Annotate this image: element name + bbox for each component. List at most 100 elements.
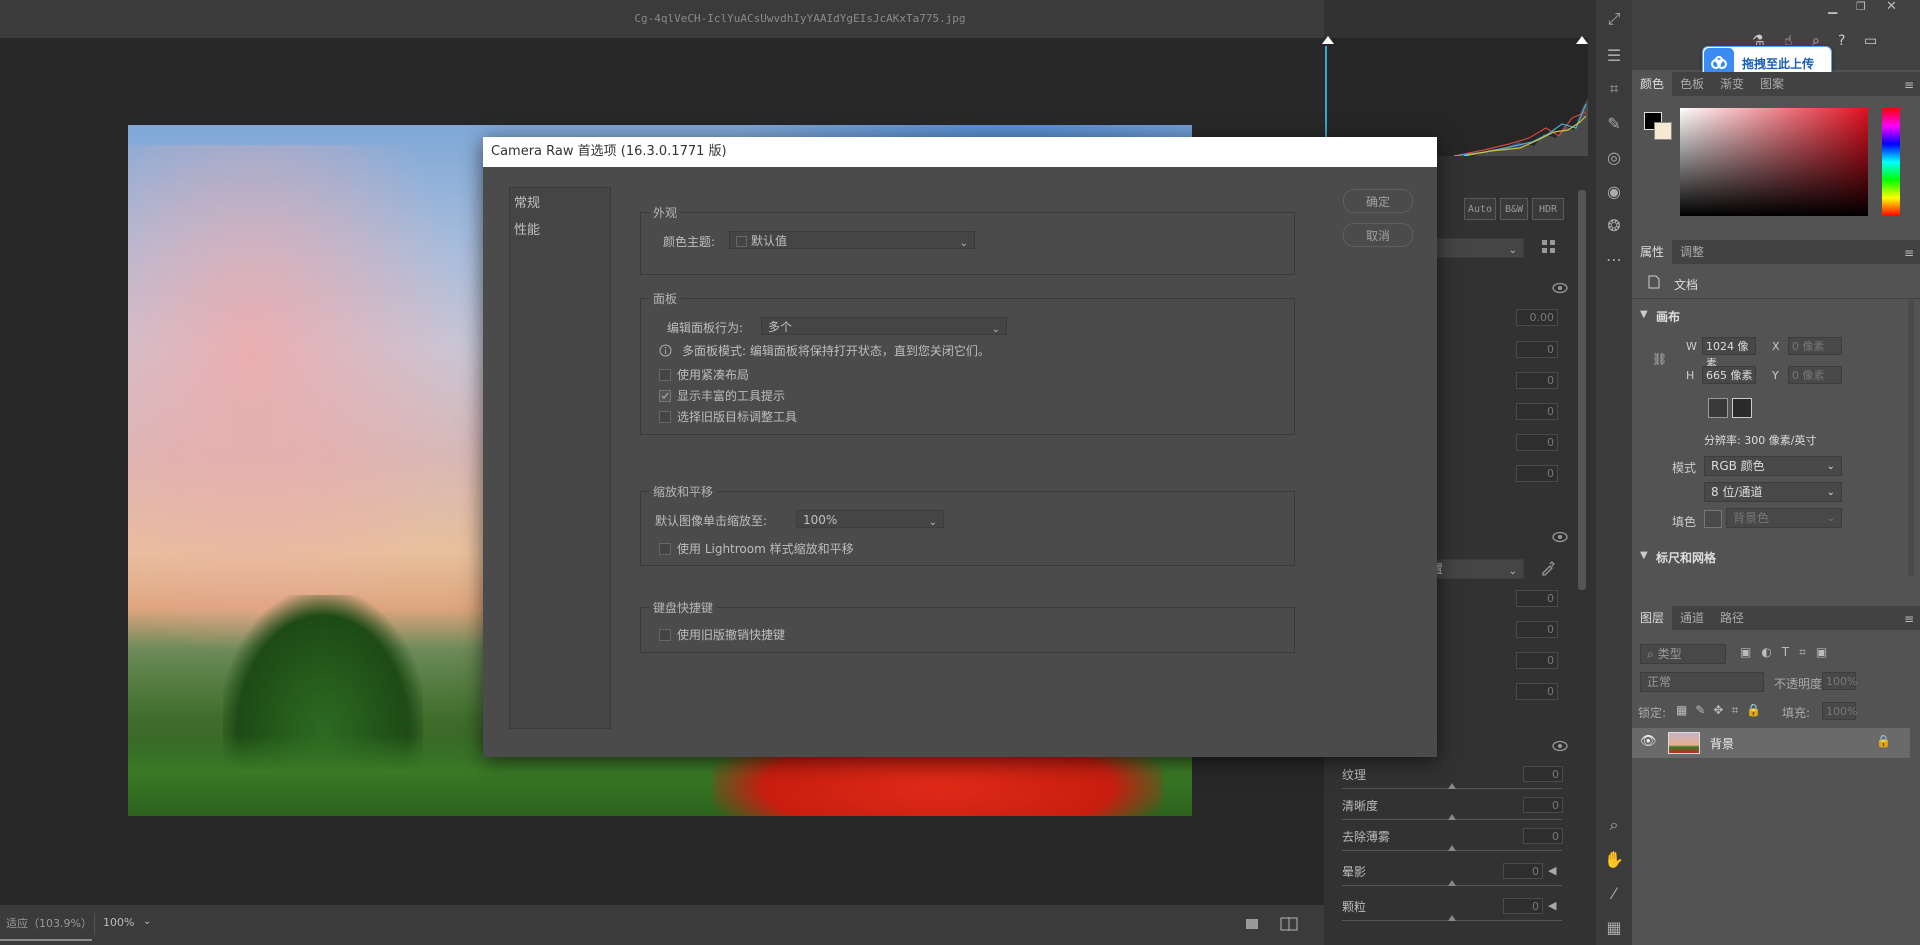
mask-icon[interactable]: ◎ (1596, 140, 1632, 174)
red-eye-icon[interactable]: ◉ (1596, 174, 1632, 208)
slider-thumb[interactable] (1448, 814, 1456, 820)
slider-value[interactable]: 0 (1516, 434, 1558, 451)
theme-select[interactable]: 默认值 ⌄ (729, 231, 975, 249)
slider-thumb[interactable] (1448, 880, 1456, 886)
mode-select[interactable]: RGB 颜色 ⌄ (1704, 456, 1842, 476)
slider-value[interactable]: 0 (1516, 465, 1558, 482)
checkbox-checked[interactable] (659, 389, 671, 402)
slider-value[interactable]: 0 (1503, 898, 1543, 914)
width-input[interactable]: 1024 像素 (1702, 337, 1756, 370)
checkbox[interactable] (659, 410, 671, 423)
lock-icons[interactable]: ▦✎✥⌗🔒 (1676, 703, 1769, 718)
section-select[interactable]: 置 ⌄ (1424, 559, 1524, 579)
cancel-button[interactable]: 取消 (1343, 223, 1413, 247)
slider-value[interactable]: 0.00 (1516, 309, 1558, 326)
properties-scrollbar[interactable] (1908, 300, 1914, 576)
slider-value[interactable]: 0 (1516, 683, 1558, 700)
more-icon[interactable]: ⋯ (1596, 242, 1632, 276)
slider-value[interactable]: 0 (1503, 863, 1543, 879)
eye-icon[interactable] (1552, 282, 1568, 294)
slider-thumb[interactable] (1448, 915, 1456, 921)
profile-select[interactable]: ⌄ (1424, 238, 1524, 258)
slider-vignette[interactable]: 晕影 0 ◀ (1342, 863, 1577, 893)
panel-behavior-select[interactable]: 多个 ⌄ (761, 317, 1007, 335)
slider-grain[interactable]: 颗粒 0 ◀ (1342, 898, 1577, 928)
layer-filter-select[interactable]: ⌕ 类型 (1640, 644, 1726, 664)
fill-select[interactable]: 背景色 ⌄ (1726, 508, 1842, 528)
checkbox[interactable] (659, 542, 671, 555)
close-icon[interactable]: ✕ (1886, 0, 1897, 14)
collapse-icon[interactable]: ▼ (1640, 550, 1648, 561)
tab-properties[interactable]: 属性 (1632, 240, 1673, 264)
height-input[interactable]: 665 像素 (1702, 366, 1756, 384)
layer-filter-icons[interactable]: ▣◐T⌗▣ (1740, 645, 1837, 660)
tab-layers[interactable]: 图层 (1632, 606, 1673, 630)
option-compact-layout[interactable]: 使用紧凑布局 (659, 366, 749, 383)
x-input[interactable]: 0 像素 (1788, 337, 1842, 355)
crop-icon[interactable]: ⌗ (1596, 72, 1632, 106)
background-color[interactable] (1654, 122, 1672, 140)
hand-icon[interactable]: ✋ (1596, 842, 1632, 876)
fill-opacity-input[interactable]: 100% (1822, 702, 1857, 720)
panel-menu-icon[interactable]: ≡ (1904, 246, 1914, 260)
slider-value[interactable]: 0 (1523, 797, 1563, 813)
hdr-button[interactable]: HDR (1532, 198, 1564, 220)
tab-adjustments[interactable]: 调整 (1672, 240, 1712, 264)
tab-color[interactable]: 颜色 (1632, 72, 1673, 96)
panel-menu-icon[interactable]: ≡ (1904, 78, 1914, 92)
panel-menu-icon[interactable]: ≡ (1904, 612, 1914, 626)
link-icon[interactable]: ⛓ (1652, 352, 1667, 366)
heal-icon[interactable]: ✎ (1596, 106, 1632, 140)
nav-item-performance[interactable]: 性能 (510, 215, 610, 242)
default-zoom-select[interactable]: 100% ⌄ (796, 510, 944, 528)
tab-paths[interactable]: 路径 (1712, 606, 1752, 630)
layer-row[interactable]: 👁 背景 🔒 (1632, 728, 1910, 758)
collapse-icon[interactable]: ▼ (1640, 309, 1648, 320)
y-input[interactable]: 0 像素 (1788, 366, 1842, 384)
minimize-icon[interactable]: ▁ (1828, 0, 1837, 14)
zoom-icon[interactable]: ⌕ (1596, 808, 1632, 842)
hue-slider[interactable] (1882, 108, 1900, 216)
landscape-icon[interactable] (1732, 398, 1752, 418)
panel-scrollbar[interactable] (1578, 190, 1586, 590)
tab-swatches[interactable]: 色板 (1672, 72, 1712, 96)
profile-browser-icon[interactable] (1540, 238, 1558, 256)
slider-texture[interactable]: 纹理 0 (1342, 766, 1577, 796)
slider-thumb[interactable] (1448, 845, 1456, 851)
restore-icon[interactable]: ❐ (1856, 0, 1866, 13)
option-rich-tooltips[interactable]: 显示丰富的工具提示 (659, 387, 785, 404)
opacity-input[interactable]: 100% (1822, 672, 1857, 690)
checkbox[interactable] (659, 368, 671, 381)
grid-icon[interactable]: ▦ (1596, 910, 1632, 944)
eyedropper-icon[interactable] (1540, 560, 1556, 576)
visibility-eye-icon[interactable]: 👁 (1640, 734, 1657, 749)
nav-item-general[interactable]: 常规 (510, 188, 610, 215)
checkbox[interactable] (659, 628, 671, 641)
expand-arrow-icon[interactable]: ◀ (1548, 899, 1556, 912)
ok-button[interactable]: 确定 (1343, 189, 1413, 213)
help-icon[interactable]: ? (1838, 33, 1845, 49)
tab-channels[interactable]: 通道 (1672, 606, 1712, 630)
option-legacy-tat[interactable]: 选择旧版目标调整工具 (659, 408, 797, 425)
option-lightroom-zoom[interactable]: 使用 Lightroom 样式缩放和平移 (659, 540, 854, 557)
presets-icon[interactable]: ❂ (1596, 208, 1632, 242)
slider-value[interactable]: 0 (1516, 372, 1558, 389)
fullscreen-icon[interactable]: ⤢ (1596, 0, 1632, 38)
eye-icon[interactable] (1552, 740, 1568, 752)
color-field[interactable] (1680, 108, 1868, 216)
auto-button[interactable]: Auto (1464, 198, 1496, 220)
slider-value[interactable]: 0 (1516, 590, 1558, 607)
bw-button[interactable]: B&W (1500, 198, 1528, 220)
blend-mode-select[interactable]: 正常 (1640, 672, 1764, 692)
edit-sliders-icon[interactable]: ☰ (1596, 38, 1632, 72)
eye-icon[interactable] (1552, 531, 1568, 543)
slider-value[interactable]: 0 (1523, 766, 1563, 782)
slider-value[interactable]: 0 (1523, 828, 1563, 844)
tab-patterns[interactable]: 图案 (1752, 72, 1792, 96)
slider-value[interactable]: 0 (1516, 341, 1558, 358)
fit-zoom-label[interactable]: 适应（103.9%） (6, 915, 92, 931)
tab-gradients[interactable]: 渐变 (1712, 72, 1752, 96)
expand-arrow-icon[interactable]: ◀ (1548, 864, 1556, 877)
slider-value[interactable]: 0 (1516, 403, 1558, 420)
bit-depth-select[interactable]: 8 位/通道 ⌄ (1704, 482, 1842, 502)
